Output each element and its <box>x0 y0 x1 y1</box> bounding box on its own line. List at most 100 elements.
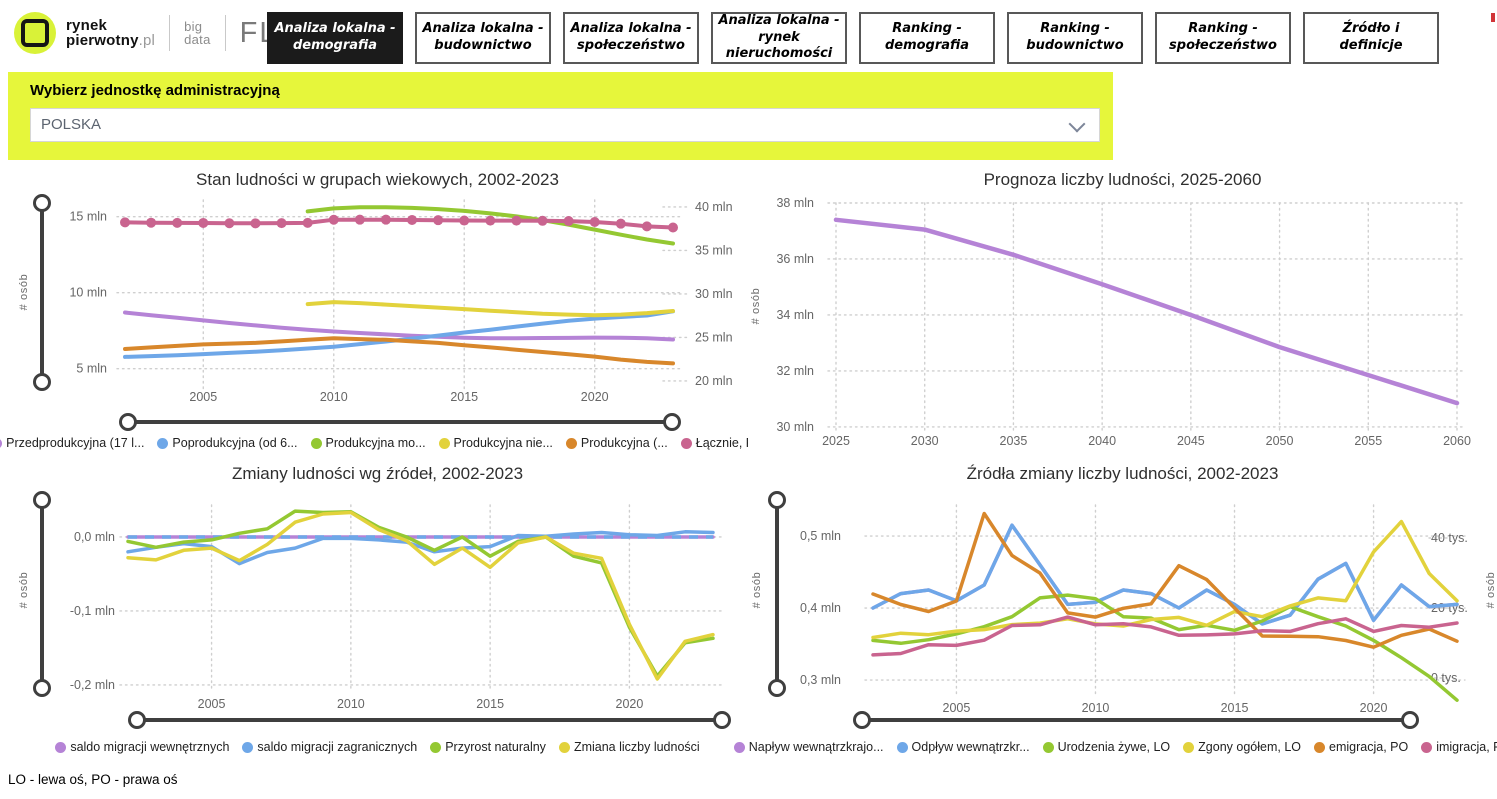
admin-unit-filter-panel: Wybierz jednostkę administracyjną POLSKA <box>8 72 1113 160</box>
legend-dot <box>242 741 254 753</box>
svg-text:38 mln: 38 mln <box>776 196 814 210</box>
tab-ranking-spoleczenstwo[interactable]: Ranking - społeczeństwo <box>1155 12 1291 64</box>
legend-item[interactable]: Produkcyjna nie... <box>438 436 553 450</box>
legend-label: saldo migracji zagranicznych <box>257 740 418 754</box>
legend-item[interactable]: Urodzenia żywe, LO <box>1042 740 1171 754</box>
legend-item[interactable]: Odpływ wewnątrzkr... <box>896 740 1030 754</box>
tab-ranking-budownictwo[interactable]: Ranking - budownictwo <box>1007 12 1143 64</box>
tab-analiza-lokalna-demografia[interactable]: Analiza lokalna - demografia <box>267 12 403 64</box>
axis-abbreviation-note: LO - lewa oś, PO - prawa oś <box>8 772 178 787</box>
svg-text:35 mln: 35 mln <box>695 243 733 257</box>
slider-handle-top[interactable] <box>768 491 786 509</box>
legend-item[interactable]: saldo migracji wewnętrznych <box>55 740 229 754</box>
legend-label: Produkcyjna nie... <box>453 436 553 450</box>
legend-label: Przyrost naturalny <box>445 740 546 754</box>
slider-handle-left[interactable] <box>119 413 137 431</box>
slider-handle-right[interactable] <box>663 413 681 431</box>
slider-handle-bottom[interactable] <box>33 373 51 391</box>
slider-handle-top[interactable] <box>33 194 51 212</box>
slider-handle-right[interactable] <box>713 711 731 729</box>
svg-text:2045: 2045 <box>1177 434 1205 448</box>
admin-unit-dropdown[interactable]: POLSKA <box>30 108 1100 142</box>
svg-text:2060: 2060 <box>1443 434 1471 448</box>
svg-text:30 mln: 30 mln <box>695 287 733 301</box>
svg-text:2015: 2015 <box>476 697 504 711</box>
svg-text:15 mln: 15 mln <box>69 210 107 224</box>
divider <box>224 15 226 51</box>
svg-text:0,3 mln: 0,3 mln <box>800 673 841 687</box>
y-axis-title-right: # osób <box>1485 571 1497 609</box>
chart-age-groups: Stan ludności w grupach wiekowych, 2002-… <box>0 168 764 460</box>
svg-text:2015: 2015 <box>450 390 478 404</box>
divider <box>169 15 171 51</box>
svg-text:32 mln: 32 mln <box>776 364 814 378</box>
x-range-slider[interactable] <box>853 711 1419 729</box>
chart-population-forecast: Prognoza liczby ludności, 2025-2060 38 m… <box>748 168 1497 460</box>
slider-handle-left[interactable] <box>128 711 146 729</box>
legend-label: Urodzenia żywe, LO <box>1057 740 1171 754</box>
tab-zrodlo-i-definicje[interactable]: Źródło i definicje <box>1303 12 1439 64</box>
legend-item[interactable]: Poprodukcyjna (od 6... <box>157 436 298 450</box>
legend-label: Produkcyjna (... <box>580 436 668 450</box>
svg-text:2020: 2020 <box>616 697 644 711</box>
x-range-slider[interactable] <box>128 711 731 729</box>
legend-item[interactable]: Przyrost naturalny <box>430 740 546 754</box>
y-range-slider[interactable] <box>33 491 51 697</box>
legend-item[interactable]: saldo migracji zagranicznych <box>242 740 417 754</box>
y-range-slider[interactable] <box>768 491 786 697</box>
svg-text:-0,1 mln: -0,1 mln <box>70 604 115 618</box>
svg-text:2010: 2010 <box>337 697 365 711</box>
tab-analiza-lokalna-spoleczenstwo[interactable]: Analiza lokalna - społeczeństwo <box>563 12 699 64</box>
svg-text:40 tys.: 40 tys. <box>1431 531 1468 545</box>
legend-item[interactable]: Produkcyjna mo... <box>310 436 426 450</box>
chevron-down-icon[interactable] <box>1068 115 1086 133</box>
slider-handle-left[interactable] <box>853 711 871 729</box>
slider-handle-bottom[interactable] <box>768 679 786 697</box>
tab-analiza-lokalna-budownictwo[interactable]: Analiza lokalna - budownictwo <box>415 12 551 64</box>
legend-label: Produkcyjna mo... <box>325 436 426 450</box>
legend-label: imigracja, PO <box>1436 740 1497 754</box>
svg-text:2005: 2005 <box>198 697 226 711</box>
legend-dot <box>896 741 908 753</box>
legend-dot <box>55 741 67 753</box>
legend-item[interactable]: imigracja, PO <box>1421 740 1497 754</box>
slider-handle-top[interactable] <box>33 491 51 509</box>
svg-text:2010: 2010 <box>320 390 348 404</box>
tab-ranking-demografia[interactable]: Ranking - demografia <box>859 12 995 64</box>
legend-item[interactable]: Zgony ogółem, LO <box>1183 740 1301 754</box>
legend-label: emigracja, PO <box>1329 740 1409 754</box>
svg-text:0,5 mln: 0,5 mln <box>800 529 841 543</box>
legend-dot <box>0 437 3 449</box>
legend-item[interactable]: Produkcyjna (... <box>565 436 668 450</box>
slider-handle-right[interactable] <box>1401 711 1419 729</box>
svg-text:36 mln: 36 mln <box>776 252 814 266</box>
header: rynek pierwotny.pl big data FLTR Analiza… <box>0 0 1497 70</box>
legend-item[interactable]: Zmiana liczby ludności <box>558 740 700 754</box>
svg-text:40 mln: 40 mln <box>695 200 733 214</box>
svg-text:20 tys.: 20 tys. <box>1431 601 1468 615</box>
x-range-slider[interactable] <box>119 413 681 431</box>
dropdown-selected-value: POLSKA <box>41 116 102 133</box>
slider-handle-bottom[interactable] <box>33 679 51 697</box>
chart-legend: Napływ wewnątrzkrajo... Odpływ wewnątrzkr… <box>733 740 1497 754</box>
legend-item[interactable]: emigracja, PO <box>1314 740 1408 754</box>
legend-dot <box>310 437 322 449</box>
y-range-slider[interactable] <box>33 194 51 391</box>
y-axis-title: # osób <box>18 273 30 311</box>
svg-text:20 mln: 20 mln <box>695 374 733 388</box>
legend-dot <box>1314 741 1326 753</box>
legend-dot <box>733 741 745 753</box>
legend-dot <box>565 437 577 449</box>
legend-item[interactable]: Napływ wewnątrzkrajo... <box>733 740 884 754</box>
chart-legend: Przedprodukcyjna (17 l... Poprodukcyjna (… <box>0 436 764 450</box>
tab-analiza-lokalna-rynek-nieruchomosci[interactable]: Analiza lokalna - rynek nieruchomości <box>711 12 847 64</box>
legend-dot <box>157 437 169 449</box>
svg-text:10 mln: 10 mln <box>69 286 107 300</box>
svg-text:2050: 2050 <box>1266 434 1294 448</box>
brand-name: rynek pierwotny.pl <box>66 17 156 49</box>
legend-item[interactable]: Przedprodukcyjna (17 l... <box>0 436 144 450</box>
svg-text:2030: 2030 <box>911 434 939 448</box>
svg-text:2055: 2055 <box>1354 434 1382 448</box>
legend-label: Napływ wewnątrzkrajo... <box>748 740 884 754</box>
legend-label: saldo migracji wewnętrznych <box>70 740 230 754</box>
